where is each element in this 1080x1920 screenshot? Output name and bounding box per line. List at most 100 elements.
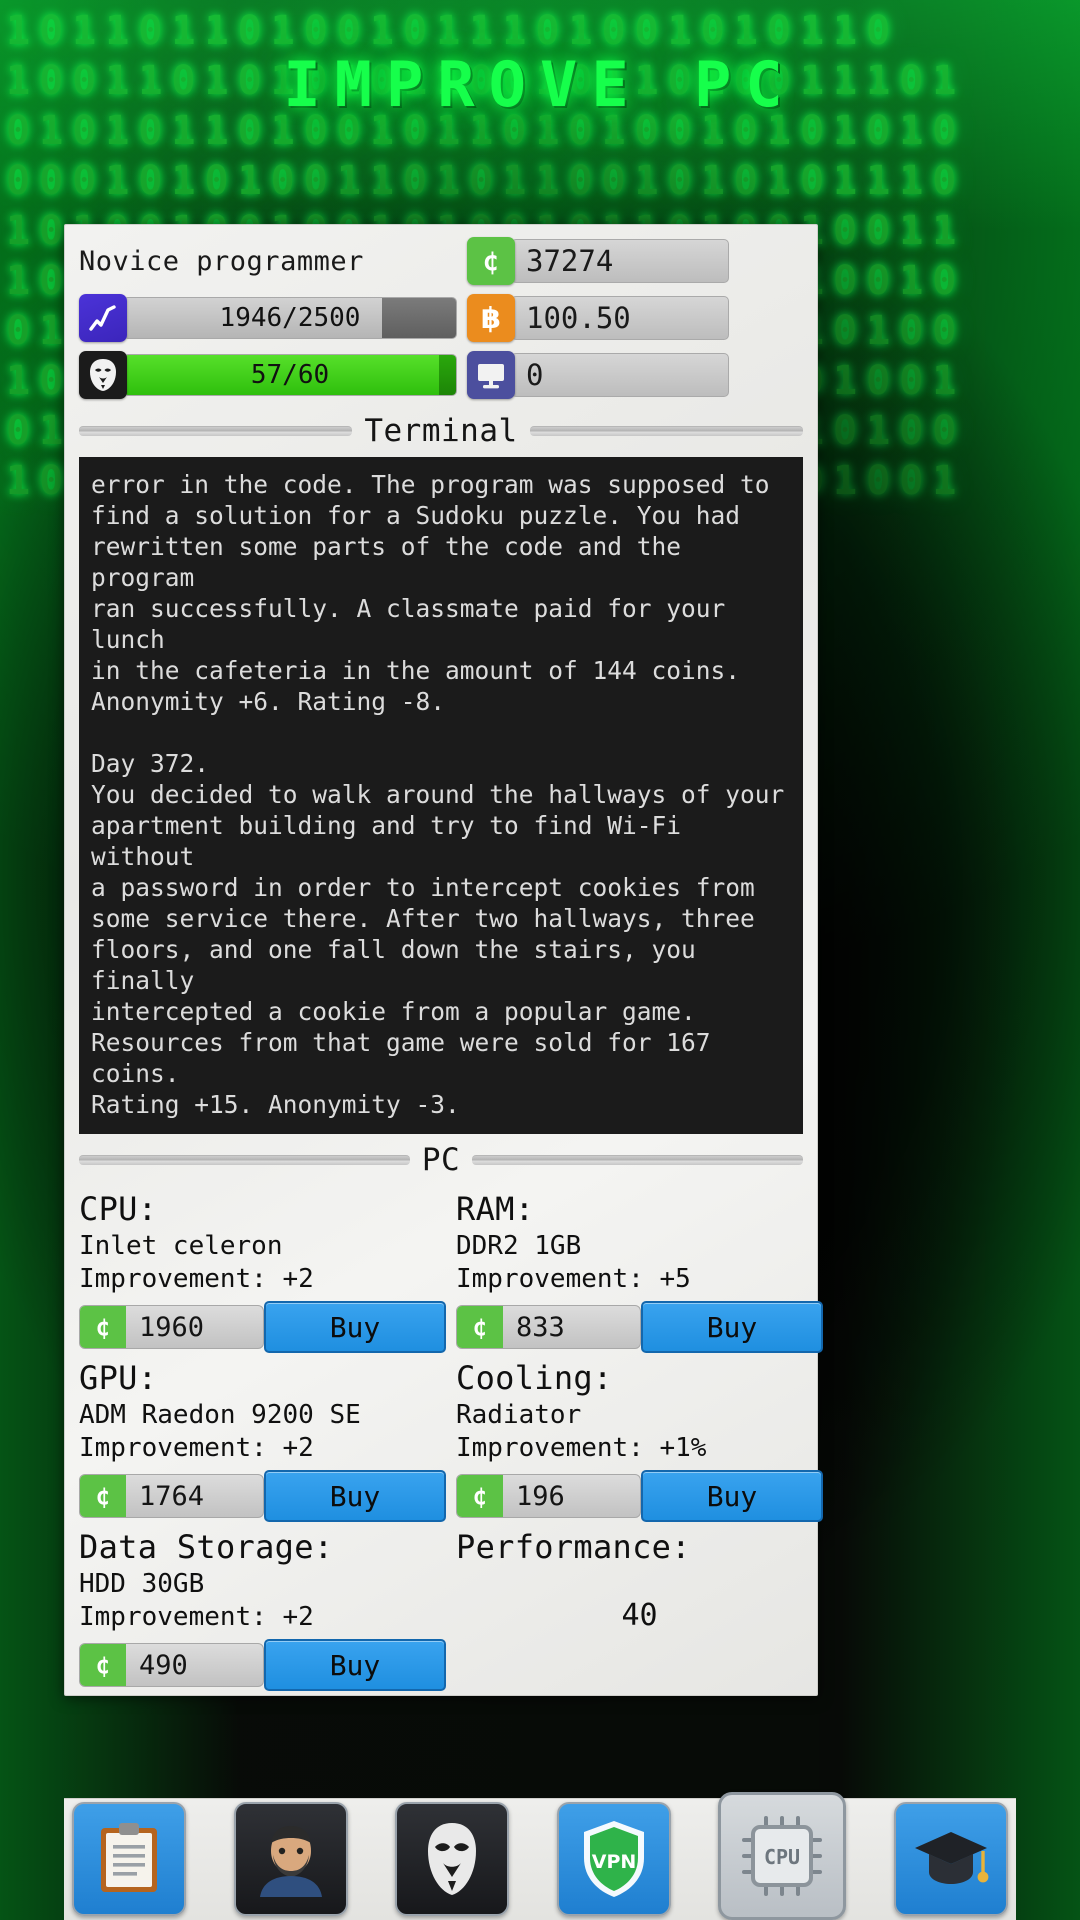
nav-item-profile[interactable] <box>233 1802 348 1916</box>
component-buy-row: ¢ 833 Buy <box>456 1301 823 1353</box>
component-name: Cooling: <box>456 1359 613 1397</box>
anonymity-progress-bar: 57/60 <box>123 354 457 396</box>
component-improvement: Improvement: +2 <box>79 1433 314 1463</box>
component-price-value: 833 <box>516 1311 565 1343</box>
buy-button-data-storage[interactable]: Buy <box>264 1639 446 1691</box>
component-improvement: Improvement: +5 <box>456 1264 691 1294</box>
terminal-section-label: Terminal <box>364 413 518 449</box>
component-data-storage: Data Storage: HDD 30GB Improvement: +2 ¢… <box>79 1520 446 1691</box>
buy-button-cpu[interactable]: Buy <box>264 1301 446 1353</box>
rating-value: 1946/2500 <box>219 303 361 333</box>
monitor-icon <box>467 351 515 399</box>
component-model: Radiator <box>456 1400 582 1430</box>
bottom-navigation: VPN CPU <box>64 1792 1016 1920</box>
pc-section-header: PC <box>65 1138 817 1180</box>
component-ram: RAM: DDR2 1GB Improvement: +5 ¢ 833 Buy <box>456 1182 823 1353</box>
pc-components-grid: CPU: Inlet celeron Improvement: +2 ¢ 196… <box>65 1180 823 1691</box>
shield-vpn-icon: VPN <box>583 1821 644 1897</box>
component-price: ¢ 196 <box>456 1474 641 1518</box>
bitcoin-icon: ฿ <box>467 294 515 342</box>
stats-header: Novice programmer ¢ 37274 1946/2500 ฿ 10… <box>65 225 817 409</box>
component-price-value: 490 <box>139 1649 188 1681</box>
cpu-icon: CPU <box>742 1816 823 1896</box>
buy-button-ram[interactable]: Buy <box>641 1301 823 1353</box>
player-rank: Novice programmer <box>79 245 364 277</box>
component-model: ADM Raedon 9200 SE <box>79 1400 361 1430</box>
bitcoin-value: 100.50 <box>511 296 729 340</box>
coins-container: ¢ 37274 <box>467 237 729 285</box>
component-buy-row: ¢ 1960 Buy <box>79 1301 446 1353</box>
svg-text:CPU: CPU <box>764 1845 800 1869</box>
component-name: CPU: <box>79 1190 158 1228</box>
rating-progress-bar: 1946/2500 <box>123 297 457 339</box>
separator-line-right <box>472 1155 804 1165</box>
nav-item-pc[interactable]: CPU <box>718 1792 847 1920</box>
component-cpu: CPU: Inlet celeron Improvement: +2 ¢ 196… <box>79 1182 446 1353</box>
coin-icon: ¢ <box>80 1644 126 1686</box>
component-name: RAM: <box>456 1190 535 1228</box>
stats-row-rank: Novice programmer ¢ 37274 <box>79 237 803 285</box>
svg-text:¢: ¢ <box>473 1482 487 1510</box>
pc-section-label: PC <box>421 1142 461 1178</box>
component-price: ¢ 1764 <box>79 1474 264 1518</box>
chart-line-icon <box>79 294 127 342</box>
nav-item-vpn[interactable]: VPN <box>556 1802 671 1916</box>
anonymous-mask-icon <box>79 351 127 399</box>
component-cooling: Cooling: Radiator Improvement: +1% ¢ 196… <box>456 1351 823 1522</box>
clipboard-icon <box>101 1823 157 1892</box>
coin-icon: ¢ <box>80 1475 126 1517</box>
terminal-section-header: Terminal <box>65 409 817 451</box>
bitcoin-container: ฿ 100.50 <box>467 294 729 342</box>
component-model: Inlet celeron <box>79 1231 283 1261</box>
coins-value: 37274 <box>511 239 729 283</box>
anonymity-value: 57/60 <box>250 360 330 390</box>
coin-icon: ¢ <box>457 1475 503 1517</box>
anonymity-container: 57/60 <box>79 351 457 399</box>
svg-text:¢: ¢ <box>483 246 499 277</box>
separator-line-right <box>529 426 803 436</box>
rank-container: Novice programmer <box>79 246 457 277</box>
component-name: Data Storage: <box>79 1528 334 1566</box>
rating-remainder <box>382 298 456 338</box>
separator-line-left <box>79 426 353 436</box>
component-buy-row: ¢ 490 Buy <box>79 1639 446 1691</box>
component-price-value: 1960 <box>139 1311 205 1343</box>
component-price: ¢ 1960 <box>79 1305 264 1349</box>
computers-container: 0 <box>467 351 729 399</box>
component-price: ¢ 833 <box>456 1305 641 1349</box>
svg-text:¢: ¢ <box>473 1313 487 1341</box>
svg-text:¢: ¢ <box>96 1313 110 1341</box>
svg-text:VPN: VPN <box>592 1851 637 1873</box>
component-price: ¢ 490 <box>79 1643 264 1687</box>
component-buy-row: ¢ 196 Buy <box>456 1470 823 1522</box>
nav-item-education[interactable] <box>893 1802 1008 1916</box>
buy-button-cooling[interactable]: Buy <box>641 1470 823 1522</box>
coin-icon: ¢ <box>467 237 515 285</box>
terminal-output[interactable]: error in the code. The program was suppo… <box>79 457 803 1134</box>
separator-line-left <box>79 1155 410 1165</box>
svg-text:¢: ¢ <box>96 1651 110 1679</box>
performance-block: Performance: 40 <box>456 1520 823 1689</box>
page-title: IMPROVE PC <box>283 48 797 121</box>
component-gpu: GPU: ADM Raedon 9200 SE Improvement: +2 … <box>79 1351 446 1522</box>
component-improvement: Improvement: +1% <box>456 1433 707 1463</box>
component-price-value: 1764 <box>139 1480 205 1512</box>
nav-item-anonymity[interactable] <box>395 1802 510 1916</box>
component-price-value: 196 <box>516 1480 565 1512</box>
coin-icon: ¢ <box>80 1306 126 1348</box>
component-improvement: Improvement: +2 <box>79 1602 314 1632</box>
graduation-cap-icon <box>914 1832 989 1884</box>
performance-value: 40 <box>621 1598 658 1633</box>
rating-container: 1946/2500 <box>79 294 457 342</box>
svg-text:฿: ฿ <box>481 301 501 335</box>
svg-text:¢: ¢ <box>96 1482 110 1510</box>
main-panel: Novice programmer ¢ 37274 1946/2500 ฿ 10… <box>64 224 823 1696</box>
stats-row-anonymity: 57/60 0 <box>79 351 803 399</box>
component-buy-row: ¢ 1764 Buy <box>79 1470 446 1522</box>
anonymity-remainder <box>439 355 456 395</box>
nav-item-tasks[interactable] <box>72 1802 186 1916</box>
component-improvement: Improvement: +2 <box>79 1264 314 1294</box>
component-name: GPU: <box>79 1359 158 1397</box>
component-model: HDD 30GB <box>79 1569 205 1599</box>
buy-button-gpu[interactable]: Buy <box>264 1470 446 1522</box>
